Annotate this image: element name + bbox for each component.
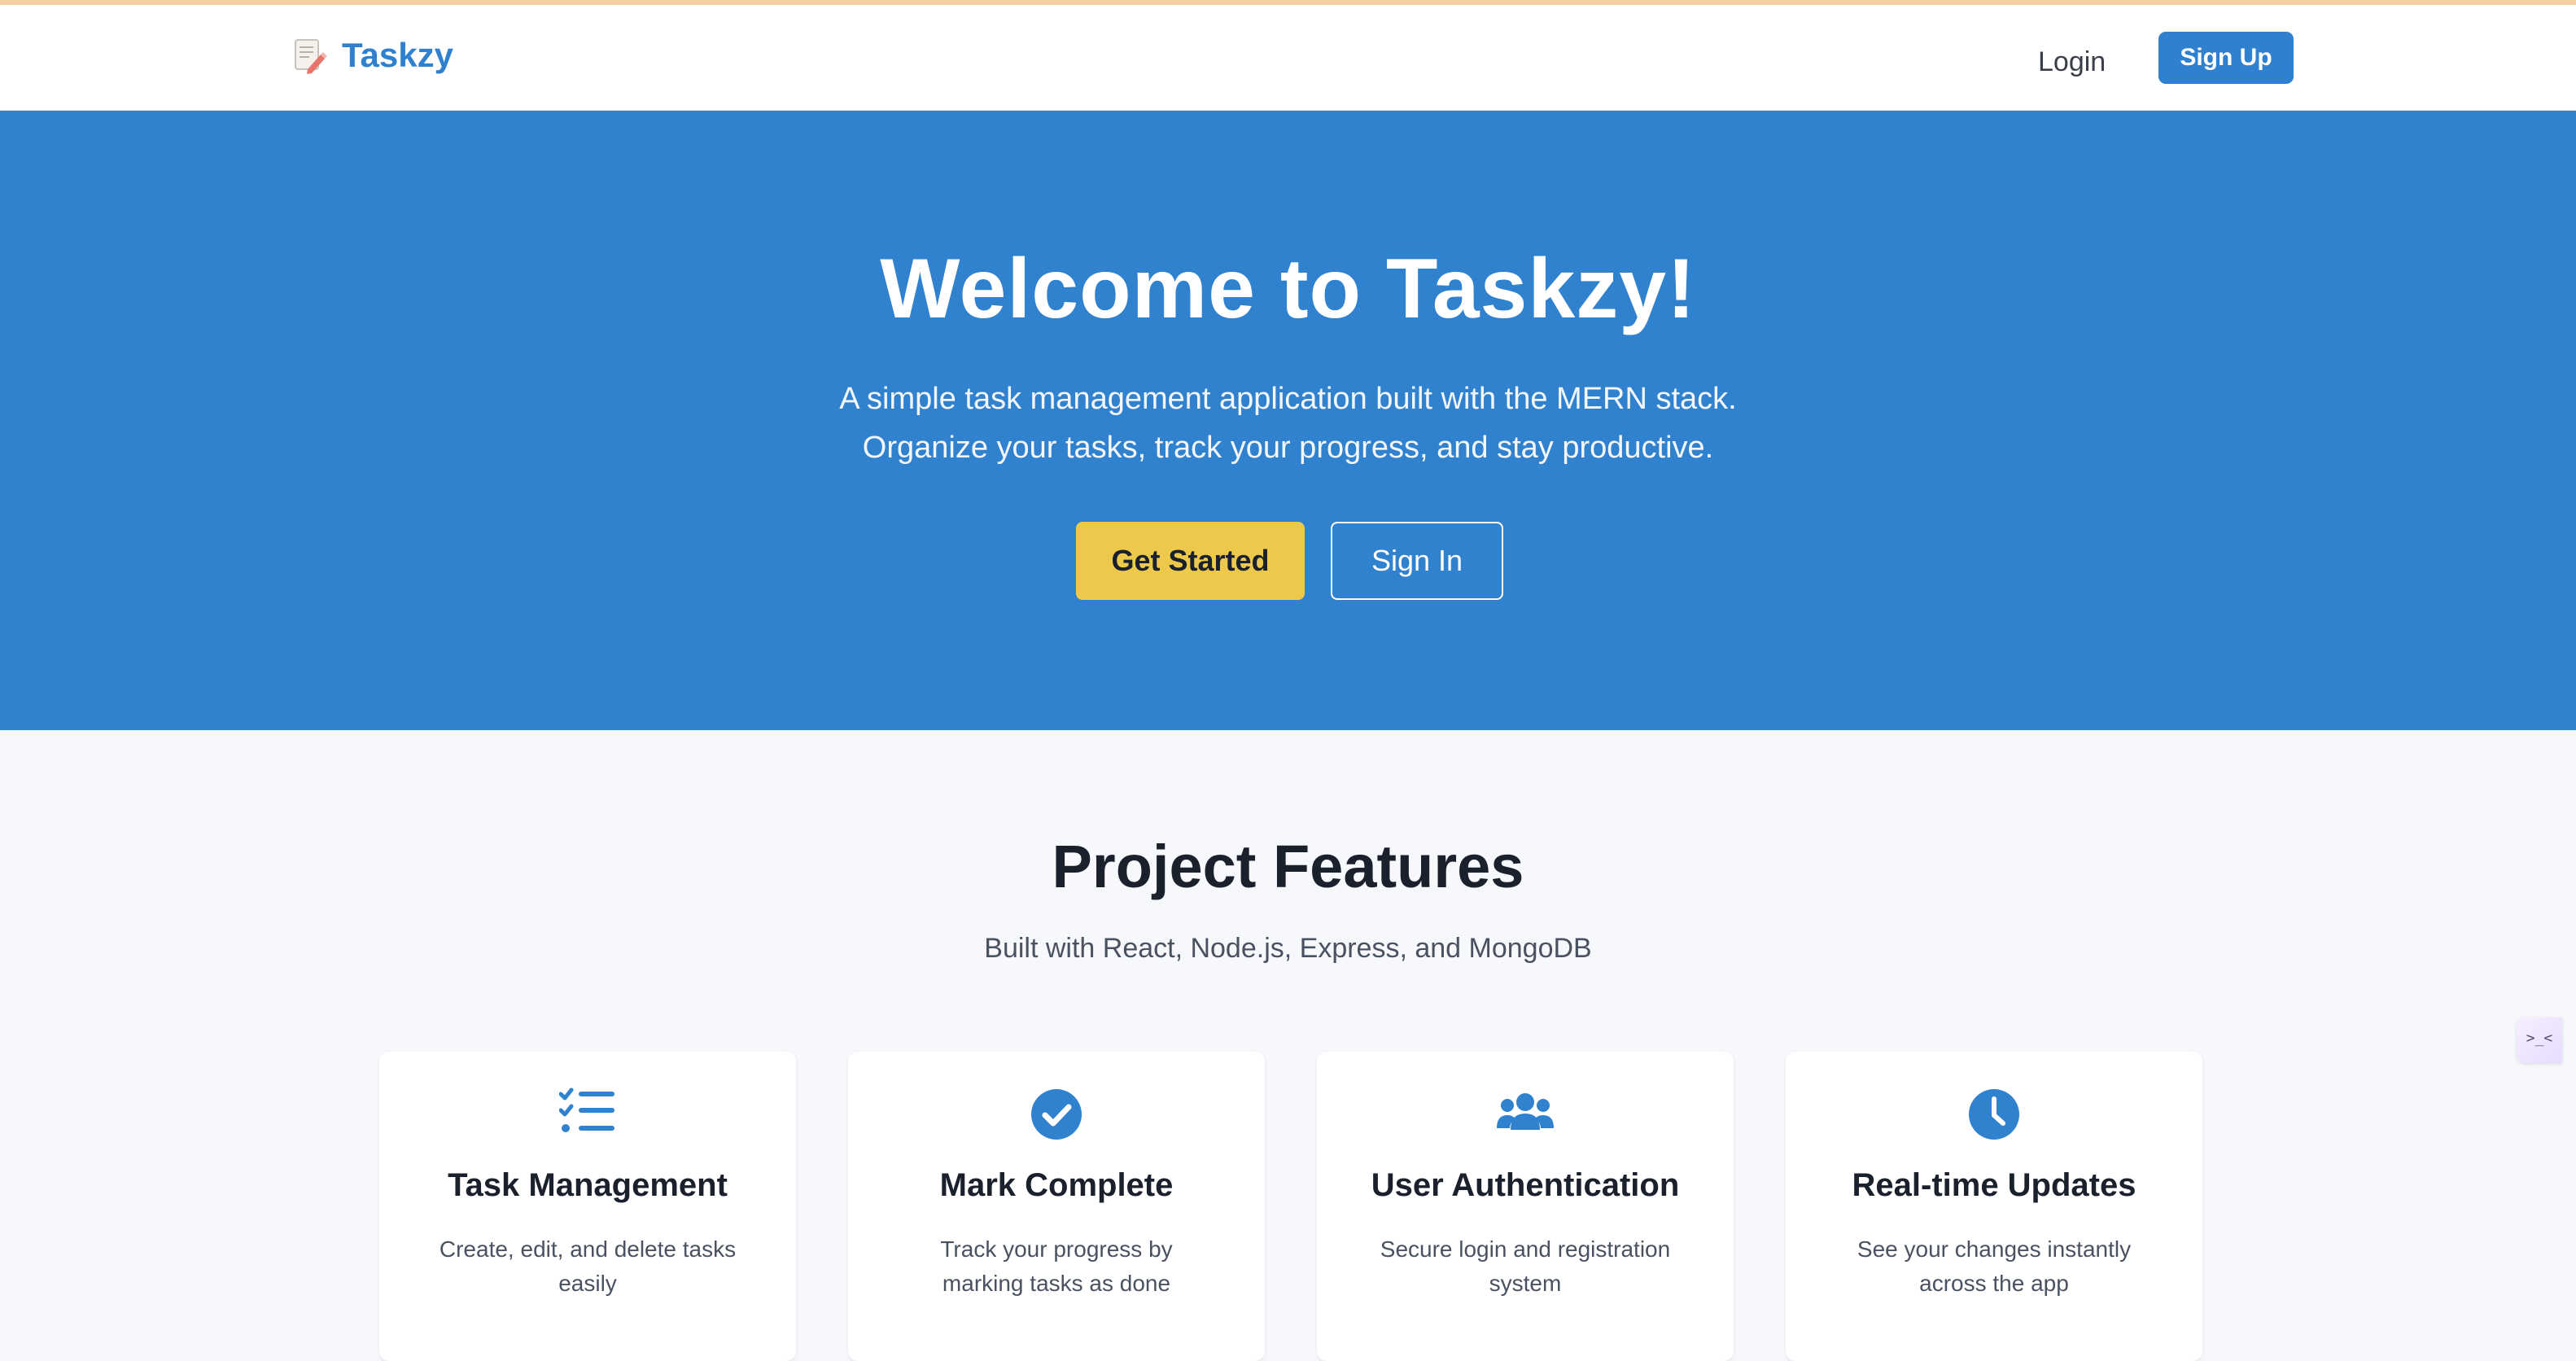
task-list-icon xyxy=(559,1087,614,1132)
extension-widget-icon[interactable]: >_< xyxy=(2517,1017,2562,1063)
signup-button[interactable]: Sign Up xyxy=(2158,32,2294,84)
users-icon xyxy=(1497,1093,1554,1130)
feature-card-title: Task Management xyxy=(448,1167,728,1203)
hero-subtitle-line-1: A simple task management application bui… xyxy=(839,382,1737,416)
login-link[interactable]: Login xyxy=(2027,37,2117,86)
feature-card-title: Real-time Updates xyxy=(1852,1167,2136,1203)
brand-logo-link[interactable]: Taskzy xyxy=(293,36,453,75)
get-started-button[interactable]: Get Started xyxy=(1076,522,1305,600)
feature-card-description: See your changes instantly across the ap… xyxy=(1857,1236,2132,1296)
hero-title: Welcome to Taskzy! xyxy=(880,242,1696,336)
feature-card-mark-complete: Mark Complete Track your progress by mar… xyxy=(848,1052,1265,1361)
feature-card-title: Mark Complete xyxy=(939,1167,1174,1203)
features-title: Project Features xyxy=(1052,833,1524,900)
brand-name: Taskzy xyxy=(342,36,453,74)
memo-pencil-icon xyxy=(295,39,327,74)
feature-card-title: User Authentication xyxy=(1371,1167,1680,1203)
feature-card-task-management: Task Management Create, edit, and delete… xyxy=(379,1052,796,1361)
feature-card-description: Create, edit, and delete tasks easily xyxy=(439,1236,737,1296)
navbar: Taskzy Login Sign Up xyxy=(0,5,2576,111)
features-subtitle: Built with React, Node.js, Express, and … xyxy=(984,933,1592,964)
feature-card-description: Track your progress by marking tasks as … xyxy=(940,1236,1173,1296)
hero-section: Welcome to Taskzy! A simple task managem… xyxy=(0,111,2576,730)
clock-icon xyxy=(1969,1089,2019,1140)
hero-subtitle-line-2: Organize your tasks, track your progress… xyxy=(862,431,1714,465)
feature-card-description: Secure login and registration system xyxy=(1380,1236,1671,1296)
feature-card-user-authentication: User Authentication Secure login and reg… xyxy=(1317,1052,1734,1361)
feature-card-realtime-updates: Real-time Updates See your changes insta… xyxy=(1786,1052,2202,1361)
check-circle-icon xyxy=(1031,1089,1082,1140)
sign-in-button[interactable]: Sign In xyxy=(1331,522,1503,600)
hero-subtitle: A simple task management application bui… xyxy=(0,374,2576,472)
